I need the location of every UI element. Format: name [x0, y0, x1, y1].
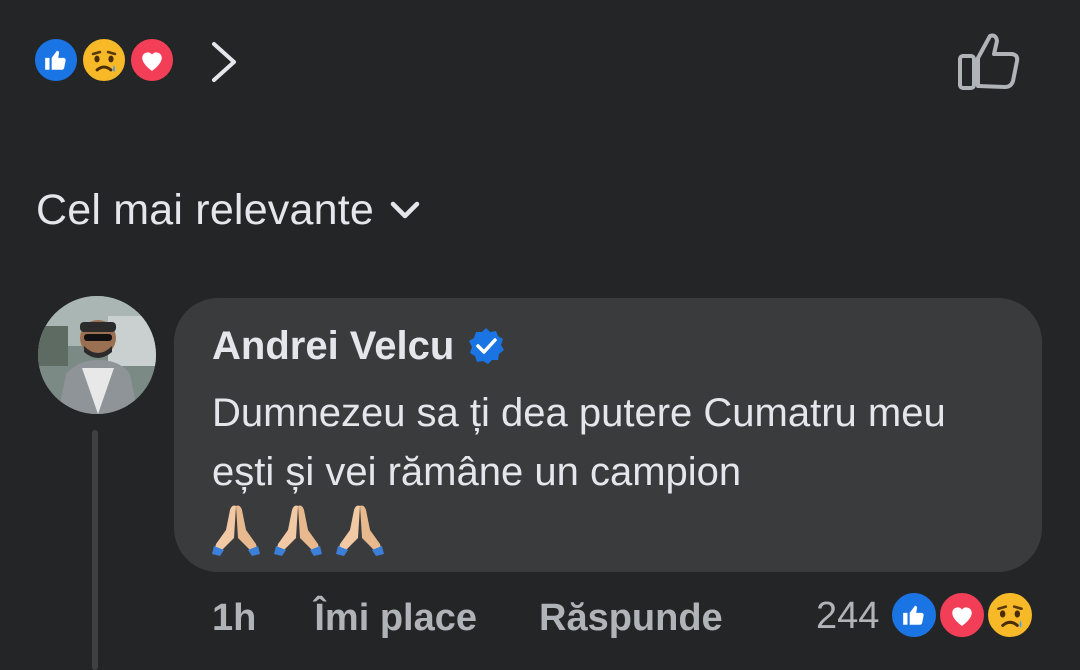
- comment-text: Dumnezeu sa ți dea putere Cumatru meu eș…: [212, 391, 946, 494]
- like-icon: [889, 590, 940, 640]
- comment-actions: 1h Îmi place Răspunde: [212, 590, 723, 646]
- sort-label: Cel mai relevante: [36, 185, 374, 234]
- chevron-down-icon: [390, 201, 420, 219]
- sort-selector[interactable]: Cel mai relevante: [36, 180, 422, 240]
- love-icon: [128, 36, 176, 84]
- comment-author[interactable]: Andrei Velcu: [212, 318, 506, 374]
- sad-icon: [985, 590, 1036, 640]
- avatar[interactable]: [38, 296, 156, 414]
- love-icon: [937, 590, 988, 640]
- sad-icon: [80, 36, 128, 84]
- thread-line: [92, 430, 98, 670]
- comment-reaction-summary[interactable]: 244: [816, 588, 1037, 644]
- reaction-count: 244: [816, 594, 880, 637]
- thumbs-up-outline-icon[interactable]: [956, 30, 1022, 92]
- author-name[interactable]: Andrei Velcu: [212, 324, 454, 369]
- reaction-summary[interactable]: [32, 36, 182, 86]
- like-button[interactable]: Îmi place: [314, 597, 477, 640]
- folded-hands-icon: [212, 505, 260, 556]
- reply-button[interactable]: Răspunde: [539, 597, 723, 640]
- chevron-right-icon[interactable]: [206, 40, 242, 84]
- verified-badge-icon: [469, 328, 505, 364]
- folded-hands-icon: [336, 505, 384, 556]
- comment-timestamp[interactable]: 1h: [212, 597, 256, 640]
- folded-hands-icon: [274, 505, 322, 556]
- like-icon: [32, 36, 80, 84]
- comment-emoji-row: [210, 500, 386, 556]
